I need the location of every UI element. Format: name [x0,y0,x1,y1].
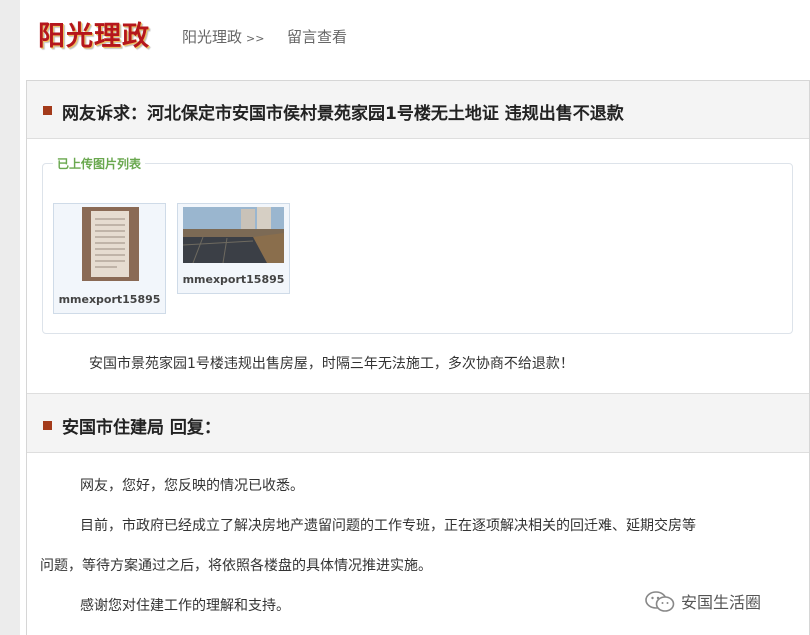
bullet-square-icon [43,421,52,430]
document-photo-image [82,207,139,281]
image-caption: mmexport15895 [182,273,285,286]
reply-paragraph: 网友，您好，您反映的情况已收悉。 [80,478,304,494]
reply-paragraph: 目前，市政府已经成立了解决房地产遗留问题的工作专班，正在逐项解决相关的回迁难、延… [80,518,696,534]
reply-title: 安国市住建局 回复： [62,418,221,438]
complaint-title: 网友诉求：河北保定市安国市侯村景苑家园1号楼无土地证 违规出售不退款 [62,104,624,124]
complaint-body: 安国市景苑家园1号楼违规出售房屋，时隔三年无法施工，多次协商不给退款！ [89,356,574,372]
breadcrumb-separator: >> [246,32,265,45]
reply-paragraph: 问题，等待方案通过之后，将依照各楼盘的具体情况推进实施。 [40,558,432,574]
breadcrumb: 阳光理政 >> [182,26,264,47]
header: 阳光理政 阳光理政 >> 留言查看 [20,0,810,80]
breadcrumb-home-link[interactable]: 阳光理政 [182,28,242,46]
uploaded-images-legend: 已上传图片列表 [53,155,146,172]
left-strip [0,0,20,635]
uploaded-images-box: 已上传图片列表 mmexport15895 mmexport15895 [42,155,793,334]
watermark-text: 安国生活圈 [681,593,762,612]
image-thumbnail[interactable]: mmexport15895 [177,203,290,294]
bullet-square-icon [43,106,52,115]
site-logo[interactable]: 阳光理政 [38,14,150,53]
wechat-icon [645,590,675,617]
complaint-header: 网友诉求：河北保定市安国市侯村景苑家园1号楼无土地证 违规出售不退款 [27,81,809,139]
image-caption: mmexport15895 [58,293,161,306]
reply-header: 安国市住建局 回复： [27,393,809,453]
construction-site-image [182,207,284,264]
view-messages-link[interactable]: 留言查看 [287,26,347,47]
image-thumbnail[interactable]: mmexport15895 [53,203,166,314]
content-panel: 网友诉求：河北保定市安国市侯村景苑家园1号楼无土地证 违规出售不退款 已上传图片… [26,80,810,635]
watermark: 安国生活圈 [645,589,761,617]
reply-paragraph: 感谢您对住建工作的理解和支持。 [80,598,290,614]
